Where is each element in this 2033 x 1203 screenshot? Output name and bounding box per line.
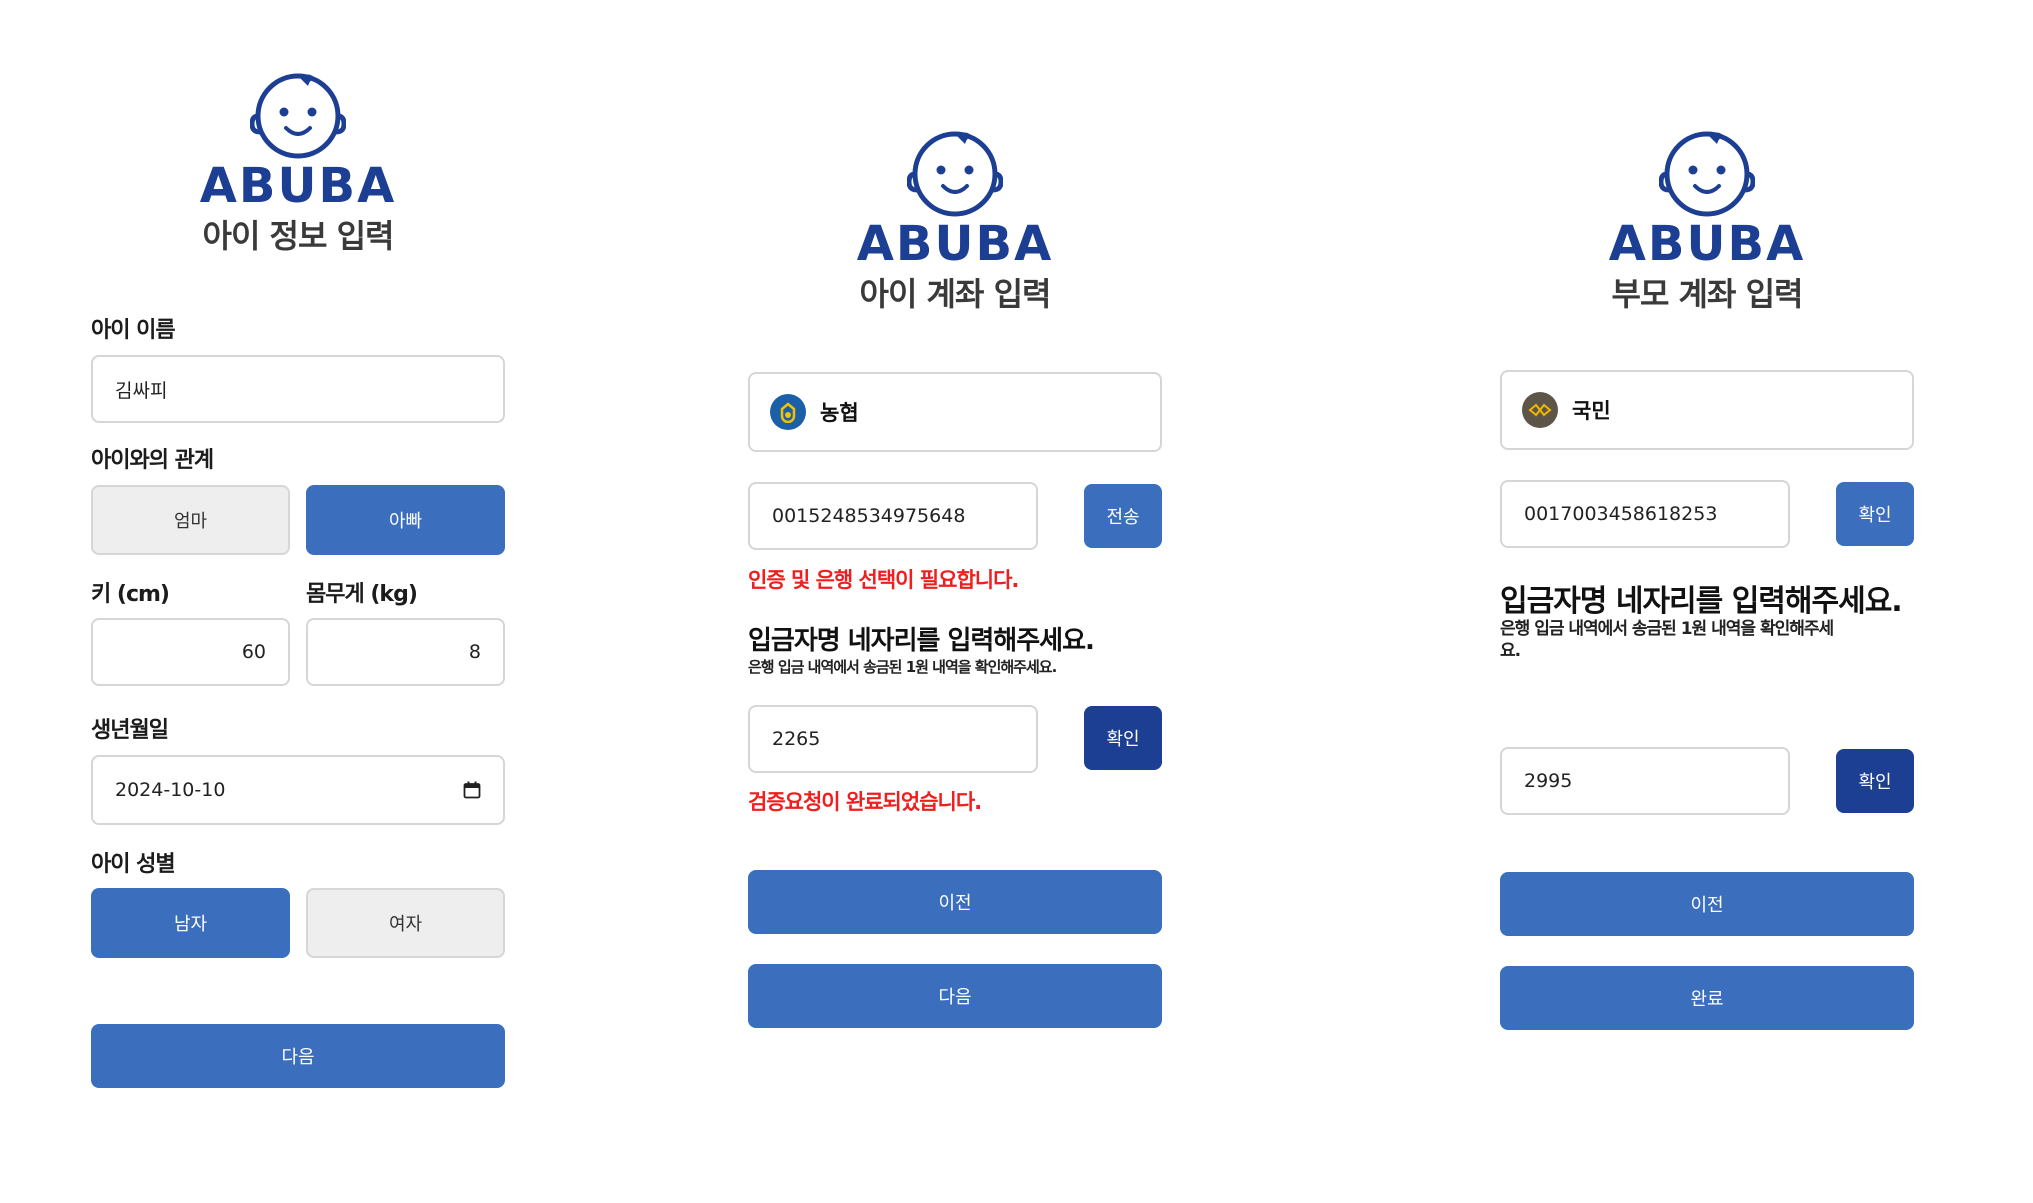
prev-button[interactable]: 이전 (1500, 872, 1914, 936)
child-name-input[interactable]: 김싸피 (91, 355, 505, 423)
brand-name: ABUBA (199, 158, 397, 214)
birth-date-input[interactable]: 2024-10-10 (91, 755, 505, 825)
bank-name: 국민 (1572, 399, 1611, 423)
brand-header: ABUBA 부모 계좌 입력 (1500, 126, 1914, 314)
confirm-button[interactable]: 확인 (1084, 706, 1162, 770)
weight-input[interactable]: 8 (306, 618, 505, 686)
gender-label: 아이 성별 (91, 852, 176, 877)
brand-name: ABUBA (1608, 216, 1806, 272)
height-label: 키 (cm) (91, 582, 170, 607)
height-value: 60 (241, 641, 266, 663)
baby-face-logo-icon (907, 131, 1003, 217)
bank-select[interactable]: 농협 (748, 372, 1162, 452)
bank-name: 농협 (820, 401, 859, 425)
account-confirm-button[interactable]: 확인 (1836, 482, 1914, 546)
account-number-input[interactable]: 0015248534975648 (748, 482, 1038, 550)
account-number-value: 0017003458618253 (1524, 503, 1718, 525)
instruction-title: 입금자명 네자리를 입력해주세요. (748, 626, 1095, 656)
bank-select[interactable]: 국민 (1500, 370, 1914, 450)
brand-header: ABUBA 아이 정보 입력 (91, 68, 505, 256)
depositor-code-value: 2995 (1524, 770, 1573, 792)
gender-female-button[interactable]: 여자 (306, 888, 505, 958)
depositor-code-input[interactable]: 2265 (748, 705, 1038, 773)
gender-male-button[interactable]: 남자 (91, 888, 290, 958)
instruction-subtitle-line1: 은행 입금 내역에서 송금된 1원 내역을 확인해주세 (1500, 619, 1834, 639)
nonghyup-logo-icon (770, 394, 806, 430)
send-button[interactable]: 전송 (1084, 484, 1162, 548)
kookmin-logo-icon (1522, 392, 1558, 428)
child-name-value: 김싸피 (115, 379, 168, 402)
height-input[interactable]: 60 (91, 618, 290, 686)
baby-face-logo-icon (1659, 131, 1755, 217)
instruction-subtitle-line2: 요. (1500, 641, 1521, 661)
relation-dad-button[interactable]: 아빠 (306, 485, 505, 555)
calendar-icon[interactable] (463, 781, 481, 799)
weight-label: 몸무게 (kg) (306, 582, 418, 607)
brand-header: ABUBA 아이 계좌 입력 (748, 126, 1162, 314)
birth-label: 생년월일 (91, 718, 169, 743)
brand-name: ABUBA (856, 216, 1054, 272)
birth-date-value: 2024-10-10 (115, 779, 226, 801)
baby-face-logo-icon (250, 73, 346, 159)
child-name-label: 아이 이름 (91, 318, 176, 343)
relation-label: 아이와의 관계 (91, 448, 214, 473)
verify-message: 검증요청이 완료되었습니다. (748, 790, 982, 814)
weight-value: 8 (468, 641, 481, 663)
relation-mom-button[interactable]: 엄마 (91, 485, 290, 555)
confirm-button[interactable]: 확인 (1836, 749, 1914, 813)
page-title: 부모 계좌 입력 (1611, 275, 1804, 313)
instruction-subtitle: 은행 입금 내역에서 송금된 1원 내역을 확인해주세요. (748, 658, 1057, 676)
next-button[interactable]: 다음 (91, 1024, 505, 1088)
account-number-value: 0015248534975648 (772, 505, 966, 527)
depositor-code-input[interactable]: 2995 (1500, 747, 1790, 815)
bank-error-message: 인증 및 은행 선택이 필요합니다. (748, 568, 1019, 592)
next-button[interactable]: 다음 (748, 964, 1162, 1028)
done-button[interactable]: 완료 (1500, 966, 1914, 1030)
page-title: 아이 정보 입력 (202, 217, 395, 255)
page-title: 아이 계좌 입력 (859, 275, 1052, 313)
depositor-code-value: 2265 (772, 728, 821, 750)
account-number-input[interactable]: 0017003458618253 (1500, 480, 1790, 548)
prev-button[interactable]: 이전 (748, 870, 1162, 934)
